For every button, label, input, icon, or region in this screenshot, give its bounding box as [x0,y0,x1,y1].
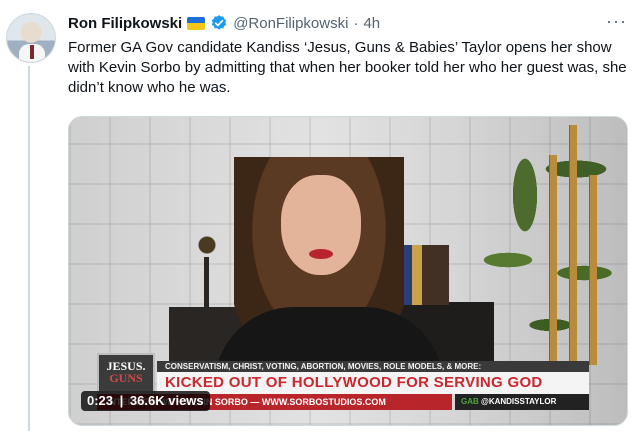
timestamp[interactable]: 4h [363,15,380,32]
separator-dot: · [353,14,359,32]
more-options-icon[interactable]: ··· [606,12,627,30]
video-duration-views-badge: 0:23 | 36.6K views [81,391,210,411]
author-name[interactable]: Ron Filipkowski [68,15,182,32]
presenter-face [281,175,361,275]
verified-badge-icon [212,15,227,30]
tweet-text: Former GA Gov candidate Kandiss ‘Jesus, … [68,39,627,96]
video-duration: 0:23 [87,393,114,408]
ukraine-flag-icon [187,16,206,30]
banner-topics: CONSERVATISM, CHRIST, VOTING, ABORTION, … [157,361,589,372]
video-player[interactable]: JESUS. GUNS CONSERVATISM, CHRIST, VOTING… [68,116,628,426]
banner-gab-handle: GAB @KANDISSTAYLOR [455,394,589,410]
tweet-header: Ron Filipkowski @RonFilipkowski · 4h [68,12,380,34]
banner-headline: KICKED OUT OF HOLLYWOOD FOR SERVING GOD [157,372,589,394]
avatar[interactable] [6,13,56,63]
bamboo-plant [457,117,627,377]
author-handle[interactable]: @RonFilipkowski [233,15,348,32]
show-logo: JESUS. GUNS [97,353,155,393]
video-views: 36.6K views [129,393,204,408]
thread-line [28,66,30,431]
